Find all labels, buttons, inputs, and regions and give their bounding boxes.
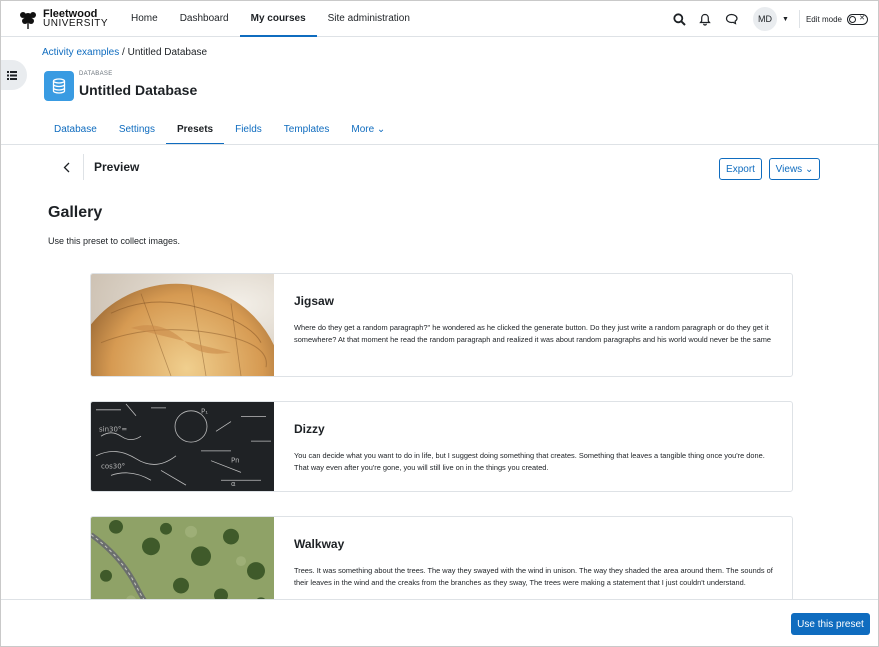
- svg-text:Pn: Pn: [231, 457, 240, 465]
- preset-title: Gallery: [48, 204, 103, 221]
- tab-more[interactable]: More ⌄: [340, 115, 396, 145]
- entry-text: Trees. It was something about the trees.…: [294, 566, 773, 587]
- database-activity-icon: [44, 71, 74, 101]
- nav-dashboard[interactable]: Dashboard: [169, 1, 240, 37]
- site-logo[interactable]: Fleetwood UNIVERSITY: [17, 8, 108, 30]
- tab-fields[interactable]: Fields: [224, 115, 273, 145]
- edit-mode-label: Edit mode: [805, 14, 842, 24]
- chalkboard-image: sin30°= P₁ Pn cos30° α: [91, 402, 274, 491]
- nav-my-courses[interactable]: My courses: [239, 1, 317, 37]
- globe-image: [91, 274, 274, 376]
- primary-navigation: Home Dashboard My courses Site administr…: [120, 1, 421, 37]
- brand-subtitle: UNIVERSITY: [43, 18, 109, 29]
- page-title: Untitled Database: [79, 82, 198, 98]
- search-icon[interactable]: [669, 9, 689, 29]
- entry-card: Jigsaw Where do they get a random paragr…: [90, 273, 793, 377]
- entry-title: Walkway: [294, 537, 345, 551]
- activity-type-label: DATABASE: [79, 71, 113, 77]
- svg-text:sin30°=: sin30°=: [99, 425, 127, 433]
- tab-presets[interactable]: Presets: [165, 115, 225, 145]
- entry-text: You can decide what you want to do in li…: [294, 451, 765, 472]
- course-index-drawer-button[interactable]: [1, 60, 27, 90]
- bell-icon[interactable]: [695, 9, 715, 29]
- entry-text: Where do they get a random paragraph?" h…: [294, 323, 771, 344]
- user-menu-area: MD ▼ Edit mode ✕: [663, 1, 868, 37]
- entry-card: sin30°= P₁ Pn cos30° α Dizzy You can dec…: [90, 401, 793, 492]
- preset-description: Use this preset to collect images.: [48, 236, 181, 246]
- chat-bubble-icon[interactable]: [721, 9, 741, 29]
- edit-mode-toggle[interactable]: ✕: [847, 13, 868, 25]
- nav-site-administration[interactable]: Site administration: [317, 1, 421, 37]
- breadcrumb-current: Untitled Database: [127, 47, 208, 58]
- views-dropdown-button[interactable]: Views ⌄: [769, 158, 820, 180]
- secondary-navigation: Database Settings Presets Fields Templat…: [43, 115, 396, 145]
- toggle-off-x-icon: ✕: [859, 14, 865, 22]
- toggle-knob: [849, 15, 856, 23]
- sticky-footer: [1, 599, 878, 646]
- export-button[interactable]: Export: [719, 158, 762, 180]
- preview-heading: Preview: [94, 160, 140, 174]
- navbar-divider: [798, 10, 800, 28]
- user-avatar[interactable]: MD: [753, 7, 778, 31]
- app-window: Fleetwood UNIVERSITY Home Dashboard My c…: [0, 0, 879, 647]
- svg-text:P₁: P₁: [201, 408, 208, 416]
- tab-settings[interactable]: Settings: [108, 115, 166, 145]
- breadcrumb-link-activity-examples[interactable]: Activity examples: [42, 47, 119, 58]
- breadcrumb-separator: /: [119, 47, 128, 58]
- entry-title: Jigsaw: [294, 294, 335, 308]
- flower-logo-icon: [20, 12, 36, 29]
- svg-text:α: α: [231, 480, 236, 488]
- svg-text:cos30°: cos30°: [101, 463, 125, 471]
- top-navbar: Fleetwood UNIVERSITY Home Dashboard My c…: [1, 1, 878, 37]
- nav-home[interactable]: Home: [120, 1, 169, 37]
- back-button[interactable]: [56, 157, 76, 177]
- tab-templates[interactable]: Templates: [273, 115, 341, 145]
- breadcrumb: Activity examples / Untitled Database: [42, 47, 207, 58]
- list-icon: [7, 70, 17, 80]
- tabs-divider: [1, 144, 878, 145]
- chevron-left-icon: [63, 162, 69, 172]
- user-menu-caret-icon[interactable]: ▼: [782, 16, 789, 23]
- preview-divider: [83, 154, 84, 180]
- use-this-preset-button[interactable]: Use this preset: [791, 613, 870, 635]
- tab-database[interactable]: Database: [43, 115, 108, 145]
- entry-title: Dizzy: [294, 422, 325, 436]
